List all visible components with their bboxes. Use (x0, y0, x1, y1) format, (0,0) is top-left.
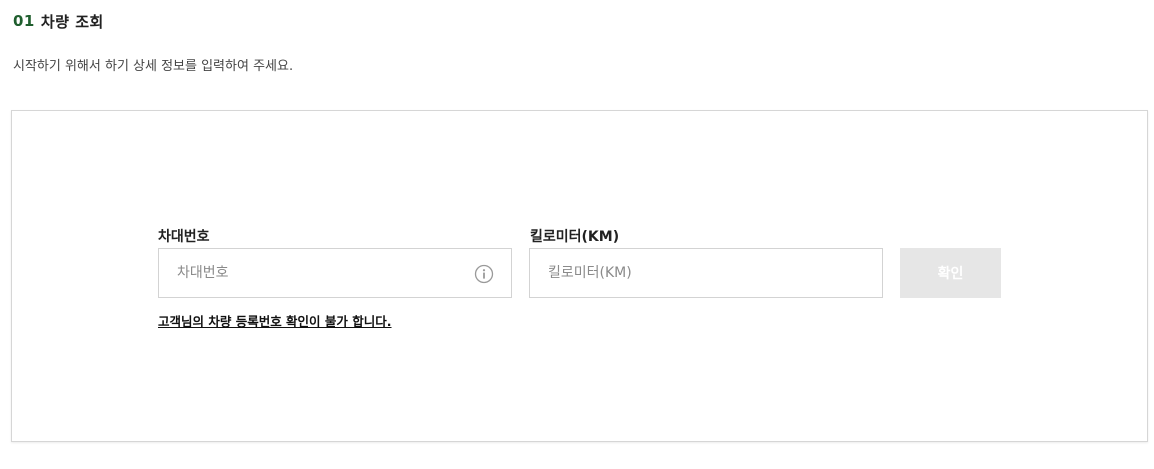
page-title: 차량 조회 (40, 12, 104, 31)
confirm-button[interactable]: 확인 (900, 248, 1001, 298)
step-number: 01 (13, 12, 35, 30)
intro-text: 시작하기 위해서 하기 상세 정보를 입력하여 주세요. (13, 59, 294, 74)
plate-number-input[interactable] (159, 249, 511, 297)
info-icon[interactable] (474, 264, 494, 284)
kilometer-field-wrapper (529, 248, 883, 298)
kilometer-label: 킬로미터(KM) (530, 229, 620, 245)
plate-number-label: 차대번호 (158, 229, 210, 245)
plate-not-found-link[interactable]: 고객님의 차량 등록번호 확인이 불가 합니다. (158, 311, 392, 330)
kilometer-input[interactable] (530, 249, 882, 297)
plate-number-field-wrapper (158, 248, 512, 298)
section-header: 01 차량 조회 (13, 9, 104, 33)
